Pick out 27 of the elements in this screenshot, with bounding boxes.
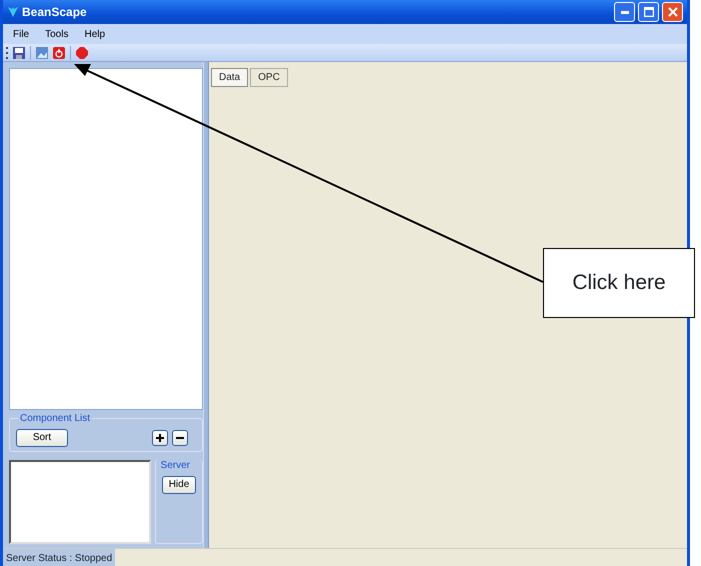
hide-button[interactable]: Hide [162,476,196,494]
group-title: Component List [18,411,92,426]
expand-button[interactable] [152,430,168,446]
maximize-button[interactable] [638,2,659,22]
save-icon[interactable] [13,46,25,58]
tab[interactable]: Data [211,68,248,87]
minus-icon [176,437,184,439]
close-button[interactable] [662,2,683,22]
collapse-button[interactable] [172,430,188,446]
window-title: BeanScape [22,4,87,21]
sort-button[interactable]: Sort [16,429,68,447]
callout-text: Click here [543,248,695,318]
power-icon[interactable] [53,46,65,58]
menu-item[interactable]: Help [78,26,112,42]
status-text: Server Status : Stopped [3,549,116,566]
stop-icon[interactable] [76,46,88,58]
bean-logo-icon [7,6,19,18]
menu-item[interactable]: Tools [39,26,74,42]
tab[interactable]: OPC [250,68,288,87]
component-list[interactable] [9,68,203,410]
close-icon [668,7,678,17]
menu-item[interactable]: File [7,26,36,42]
minimize-button[interactable] [614,2,635,22]
minimize-icon [620,10,628,14]
plus-icon [156,434,164,442]
image-icon[interactable] [36,46,48,58]
maximize-icon [644,7,654,17]
